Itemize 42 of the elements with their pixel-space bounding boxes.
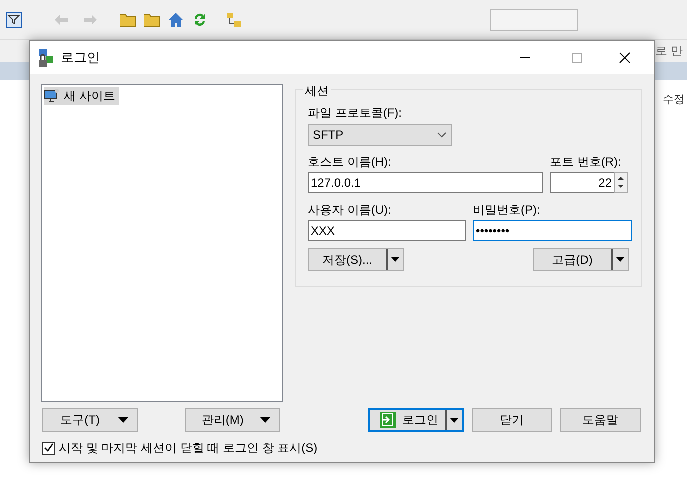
window-title: 로그인 xyxy=(61,48,100,67)
port-input[interactable]: 22 xyxy=(550,172,615,193)
caret-down-icon xyxy=(450,418,459,422)
caret-down-icon xyxy=(260,417,272,423)
field-label: 파일 프로토콜(F): xyxy=(308,105,403,122)
maximize-icon[interactable] xyxy=(571,52,583,64)
checkbox[interactable] xyxy=(42,442,55,454)
tree-item[interactable]: 새 사이트 xyxy=(44,87,120,105)
chevron-down-icon xyxy=(437,132,447,138)
host-input[interactable]: 127.0.0.1 xyxy=(308,172,543,193)
lock-icon xyxy=(37,48,55,68)
spinner-icon[interactable] xyxy=(614,172,628,193)
protocol-select[interactable]: SFTP xyxy=(308,124,452,146)
tree-icon[interactable] xyxy=(226,12,242,28)
refresh-icon[interactable] xyxy=(192,12,208,28)
caret-down-icon xyxy=(616,257,625,262)
column-header: 수정 xyxy=(663,93,685,108)
manage-button[interactable]: 관리(M) xyxy=(184,408,280,432)
home-icon[interactable] xyxy=(168,12,184,28)
help-button[interactable]: 도움말 xyxy=(560,408,642,432)
caret-down-icon xyxy=(118,417,129,423)
tools-button[interactable]: 도구(T) xyxy=(42,408,138,432)
close-icon[interactable] xyxy=(619,52,631,64)
parent-folder-icon[interactable] xyxy=(120,12,136,26)
password-input[interactable]: •••••••• xyxy=(473,220,632,241)
close-button[interactable]: 닫기 xyxy=(472,408,552,432)
field-label: 사용자 이름(U): xyxy=(308,202,392,219)
username-input[interactable]: XXX xyxy=(308,220,466,241)
monitor-icon xyxy=(44,88,60,104)
folder-icon[interactable] xyxy=(144,12,160,26)
login-button[interactable]: 로그인 xyxy=(368,408,464,432)
checkbox-label: 시작 및 마지막 세션이 닫힐 때 로그인 창 표시(S) xyxy=(59,440,318,457)
caret-down-icon xyxy=(391,257,400,262)
column-header: 로 만 xyxy=(656,43,683,60)
field-label: 포트 번호(R): xyxy=(550,154,622,171)
login-arrow-icon xyxy=(380,412,396,428)
advanced-button[interactable]: 고급(D) xyxy=(533,248,629,271)
field-label: 비밀번호(P): xyxy=(473,202,542,219)
save-button[interactable]: 저장(S)... xyxy=(308,248,404,271)
filter-icon[interactable] xyxy=(6,12,22,28)
checkmark-icon xyxy=(44,443,54,453)
field-label: 호스트 이름(H): xyxy=(308,154,392,171)
